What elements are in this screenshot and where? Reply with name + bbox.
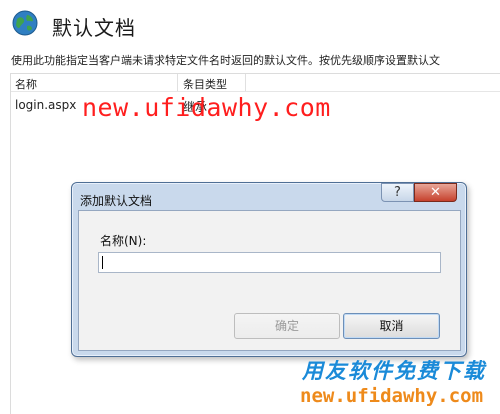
list-header: 名称 条目类型 [11, 74, 500, 92]
column-divider[interactable] [245, 74, 246, 91]
page-title: 默认文档 [52, 16, 136, 40]
feature-description: 使用此功能指定当客户端未请求特定文件名时返回的默认文件。按优先级顺序设置默认文 [11, 54, 440, 67]
name-input[interactable] [98, 252, 441, 273]
column-divider[interactable] [177, 74, 178, 91]
watermark-url-top: new.ufidawhy.com [82, 93, 331, 122]
dialog-title: 添加默认文档 [80, 194, 153, 208]
name-field-label: 名称(N): [100, 234, 147, 248]
list-item-name: login.aspx [15, 98, 77, 112]
close-button[interactable]: ✕ [414, 183, 457, 202]
watermark-url-bottom: new.ufidawhy.com [300, 385, 484, 407]
column-header-entry-type[interactable]: 条目类型 [183, 76, 227, 92]
watermark-site-name: 用友软件免费下载 [302, 359, 486, 383]
globe-icon [12, 10, 38, 36]
help-icon: ? [394, 185, 401, 200]
column-header-name[interactable]: 名称 [15, 76, 37, 92]
cancel-button[interactable]: 取消 [343, 313, 440, 339]
text-caret [102, 256, 103, 269]
close-icon: ✕ [430, 185, 441, 200]
add-default-document-dialog: 添加默认文档 ? ✕ 名称(N): 确定 取消 [71, 182, 467, 357]
dialog-titlebar[interactable]: 添加默认文档 ? ✕ [72, 183, 466, 210]
help-button[interactable]: ? [381, 183, 414, 202]
dialog-body: 名称(N): 确定 取消 [78, 210, 461, 351]
ok-button[interactable]: 确定 [234, 313, 340, 339]
